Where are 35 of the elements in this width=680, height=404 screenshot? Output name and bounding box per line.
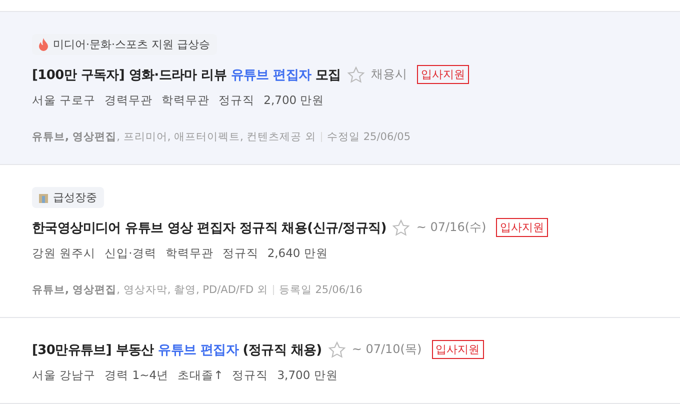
apply-button[interactable]: 입사지원	[432, 340, 484, 359]
badge-label: 급성장중	[53, 190, 97, 205]
job-condition: 2,640 만원	[267, 246, 328, 261]
job-condition: 학력무관	[162, 93, 210, 108]
job-title[interactable]: [100만 구독자] 영화·드라마 리뷰 유튜브 편집자 모집	[32, 66, 341, 84]
fire-icon	[38, 38, 49, 51]
date-label: 수정일 25/06/05	[327, 130, 411, 144]
badge-label: 미디어·문화·스포츠 지원 급상승	[53, 37, 210, 52]
deadline: 채용시	[370, 66, 407, 83]
job-condition: 서울 강남구	[32, 368, 96, 383]
job-condition: 정규직	[232, 368, 268, 383]
apply-button[interactable]: 입사지원	[416, 65, 469, 84]
job-condition: 2,700 만원	[264, 93, 324, 108]
deadline: ~ 07/16(수)	[416, 219, 486, 236]
job-condition: 3,700 만원	[277, 368, 338, 383]
star-icon[interactable]	[392, 218, 410, 236]
job-condition: 정규직	[222, 246, 258, 261]
apply-button[interactable]: 입사지원	[496, 218, 548, 237]
job-condition: 학력무관	[165, 246, 214, 261]
job-condition: 초대졸↑	[178, 368, 224, 383]
star-icon[interactable]	[328, 340, 346, 358]
job-condition: 경력무관	[104, 93, 153, 108]
job-tags: 유튜브, 영상편집, 영상자막, 촬영, PD/AD/FD 외	[32, 283, 268, 297]
date-label: 등록일 25/06/16	[278, 283, 362, 297]
job-condition: 서울 구로구	[32, 93, 96, 108]
job-tags: 유튜브, 영상편집, 프리미어, 애프터이펙트, 컨텐츠제공 외	[32, 130, 316, 144]
star-icon[interactable]	[346, 66, 365, 84]
job-title[interactable]: 한국영상미디어 유튜브 영상 편집자 정규직 채용(신규/정규직)	[32, 218, 386, 236]
job-condition: 경력 1~4년	[104, 368, 169, 383]
job-title[interactable]: [30만유튜브] 부동산 유튜브 편집자 (정규직 채용)	[32, 340, 322, 358]
job-condition: 정규직	[218, 93, 255, 108]
job-condition: 신입·경력	[104, 246, 156, 261]
deadline: ~ 07/10(목)	[352, 341, 422, 358]
job-condition: 강원 원주시	[32, 246, 96, 261]
building-icon	[38, 192, 49, 203]
